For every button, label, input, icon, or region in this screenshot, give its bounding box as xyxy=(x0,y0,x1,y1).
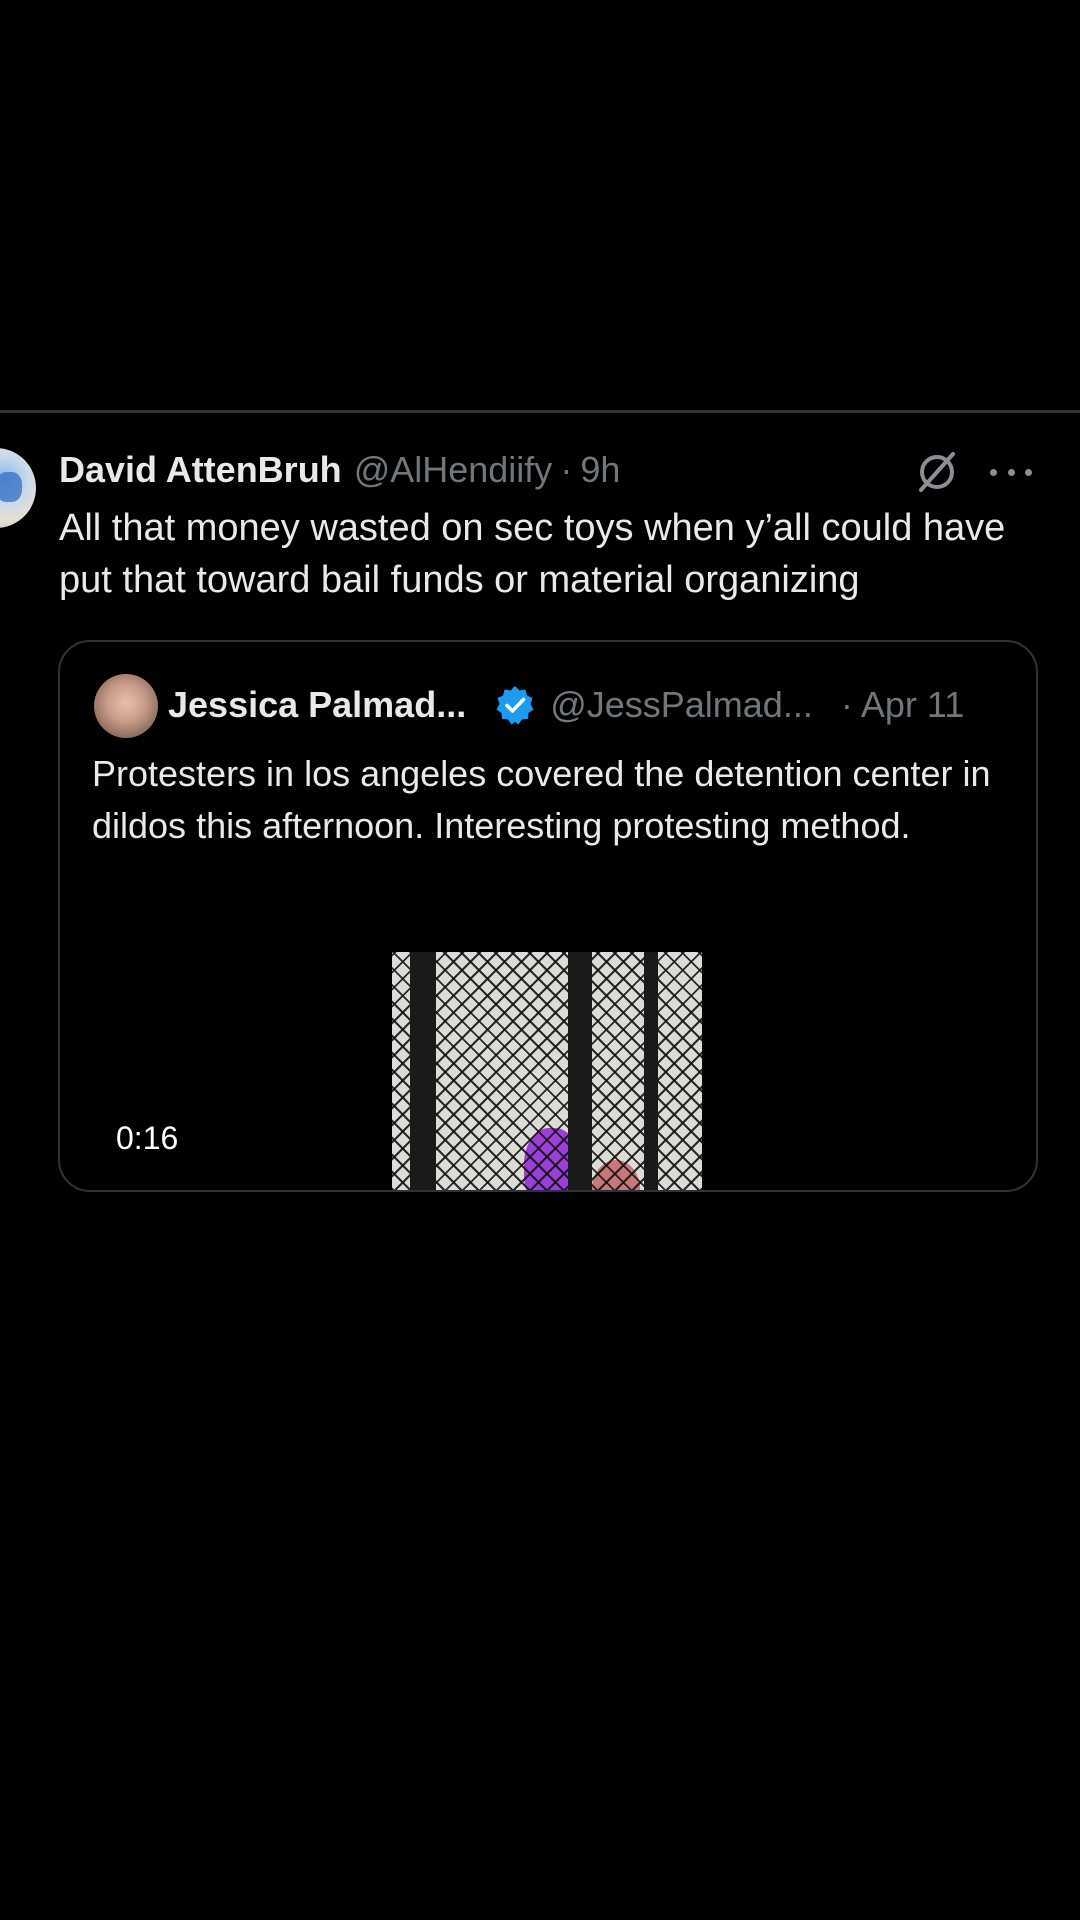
quoted-author-avatar[interactable] xyxy=(94,674,158,738)
tweet-text: All that money wasted on sec toys when y… xyxy=(59,507,1006,601)
quoted-author-handle[interactable]: @JessPalmad... xyxy=(550,684,813,726)
separator-dot: · xyxy=(560,449,573,490)
tweet[interactable]: David AttenBruh @AlHendiify · 9h All tha… xyxy=(0,430,1080,1530)
quoted-author-name[interactable]: Jessica Palmad... xyxy=(168,684,466,726)
post-time[interactable]: 9h xyxy=(580,449,620,491)
quoted-separator-dot: · xyxy=(840,684,853,725)
video-thumbnail[interactable] xyxy=(392,952,702,1190)
top-divider xyxy=(0,410,1080,413)
author-name[interactable]: David AttenBruh xyxy=(59,449,342,491)
author-handle[interactable]: @AlHendiify xyxy=(354,449,553,491)
quoted-tweet[interactable]: Jessica Palmad... @JessPalmad... · Apr 1… xyxy=(58,640,1038,1192)
verified-badge-icon xyxy=(494,684,536,726)
author-avatar[interactable] xyxy=(0,448,36,528)
grok-icon[interactable] xyxy=(913,448,961,496)
video-duration: 0:16 xyxy=(116,1120,179,1156)
quoted-tweet-text: Protesters in los angeles covered the de… xyxy=(92,753,991,846)
fence-post xyxy=(644,952,658,1190)
quoted-post-time[interactable]: Apr 11 xyxy=(861,684,964,726)
tweet-header: David AttenBruh @AlHendiify · 9h xyxy=(59,448,620,492)
fence-post xyxy=(568,952,592,1190)
quoted-tweet-header: Jessica Palmad... @JessPalmad... · Apr 1… xyxy=(168,682,964,728)
fence-post xyxy=(410,952,436,1190)
more-options-icon[interactable] xyxy=(990,452,1032,492)
